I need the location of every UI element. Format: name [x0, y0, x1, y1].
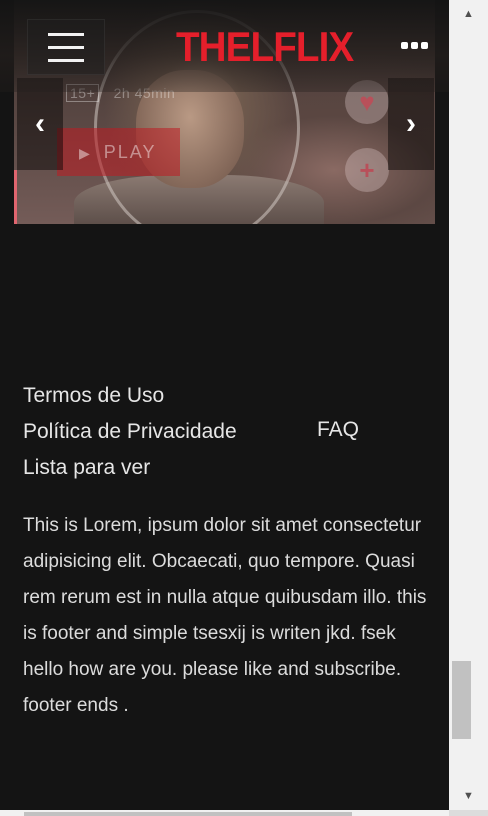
top-header: THELFLIX — [0, 0, 449, 92]
scroll-down-arrow-icon[interactable]: ▼ — [449, 782, 488, 810]
hamburger-line — [48, 32, 84, 36]
footer-link-faq[interactable]: FAQ — [317, 412, 359, 448]
brand-logo[interactable]: THELFLIX — [176, 22, 354, 72]
more-dot — [420, 41, 428, 49]
play-label: PLAY — [103, 141, 157, 162]
hamburger-menu-button[interactable] — [27, 19, 105, 75]
hero-accent-bar — [14, 170, 17, 224]
footer-link-privacy[interactable]: Política de Privacidade — [23, 414, 237, 450]
add-to-list-button[interactable]: + — [345, 148, 389, 192]
page-viewport: 15+ 2h 45min ▶ PLAY ♥ + ‹ › THELFLIX Ter… — [0, 0, 449, 810]
play-icon: ▶ — [79, 144, 92, 161]
scroll-up-arrow-icon[interactable]: ▲ — [449, 0, 488, 28]
footer-links: Termos de Uso Política de Privacidade Li… — [23, 378, 237, 486]
horizontal-scrollbar[interactable] — [0, 810, 449, 816]
footer-description: This is Lorem, ipsum dolor sit amet cons… — [23, 515, 427, 716]
vertical-scroll-thumb[interactable] — [452, 661, 471, 739]
horizontal-scroll-thumb[interactable] — [24, 812, 352, 816]
hamburger-line — [48, 58, 84, 62]
chevron-left-icon: ‹ — [35, 107, 45, 140]
footer-link-watchlist[interactable]: Lista para ver — [23, 450, 237, 486]
scrollbar-corner — [449, 810, 488, 816]
footer-link-terms[interactable]: Termos de Uso — [23, 378, 237, 414]
more-dot — [400, 41, 408, 49]
more-dot — [410, 41, 418, 49]
chevron-right-icon: › — [406, 107, 416, 140]
vertical-scrollbar[interactable]: ▲ ▼ — [449, 0, 488, 810]
plus-icon: + — [359, 154, 375, 185]
hamburger-line — [48, 45, 84, 49]
play-button[interactable]: ▶ PLAY — [57, 128, 180, 176]
more-options-button[interactable] — [396, 34, 432, 56]
